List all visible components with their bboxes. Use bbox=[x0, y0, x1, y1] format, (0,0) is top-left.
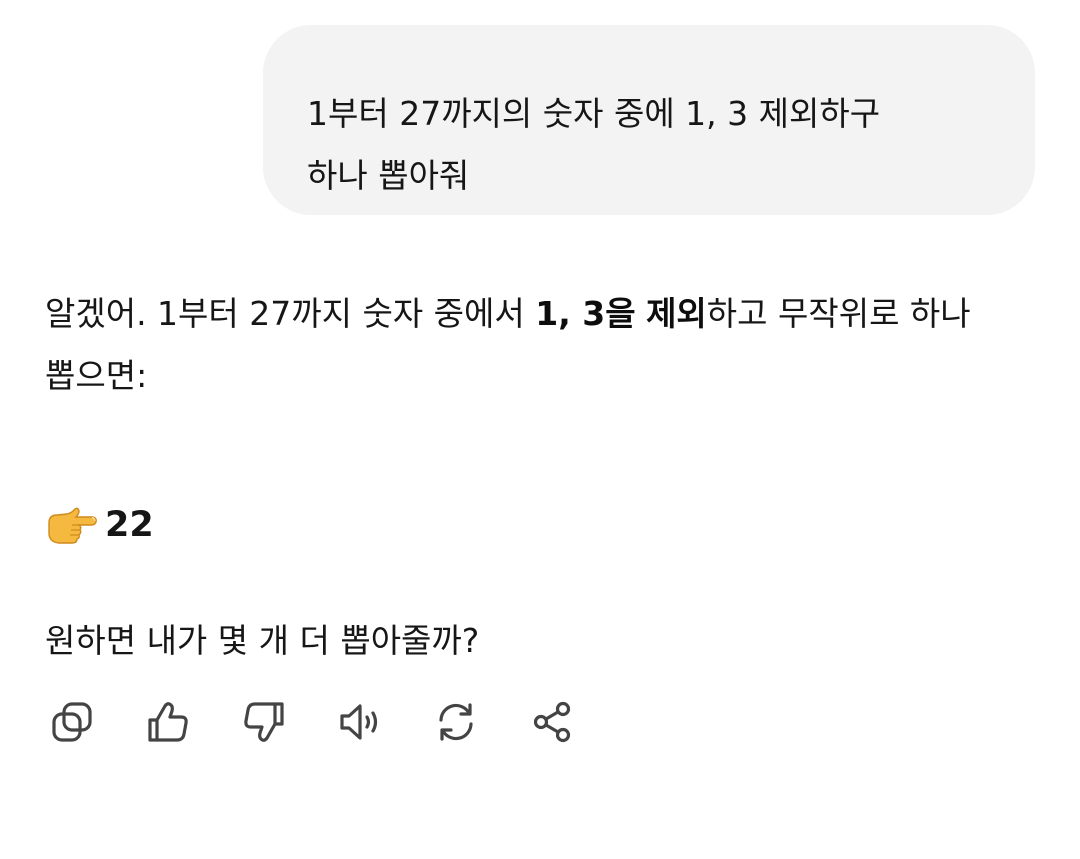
copy-icon bbox=[52, 702, 92, 742]
user-message-line-2: 하나 뽑아줘 bbox=[307, 156, 470, 195]
thumbs-down-icon bbox=[244, 702, 284, 742]
picked-number-value: 22 bbox=[105, 505, 154, 545]
refresh-icon bbox=[439, 703, 473, 741]
user-message-line-1: 1부터 27까지의 숫자 중에 1, 3 제외하구 bbox=[307, 94, 881, 133]
share-button[interactable] bbox=[526, 696, 578, 748]
copy-button[interactable] bbox=[46, 696, 98, 748]
assistant-intro-line-1: 알겠어. 1부터 27까지 숫자 중에서 1, 3을 제외하고 무작위로 하나 bbox=[45, 283, 1035, 345]
speaker-icon bbox=[340, 704, 378, 740]
intro-space bbox=[636, 294, 647, 333]
thumbs-up-icon bbox=[148, 702, 188, 742]
message-action-bar bbox=[46, 696, 622, 748]
share-icon bbox=[533, 701, 571, 743]
picked-number-row: 22 bbox=[45, 495, 1035, 555]
intro-bold-excluded-numbers: 1, 3을 bbox=[535, 294, 636, 333]
assistant-intro-line-2: 뽑으면: bbox=[45, 356, 148, 395]
regenerate-button[interactable] bbox=[430, 696, 482, 748]
read-aloud-button[interactable] bbox=[334, 696, 386, 748]
assistant-paragraph-intro: 알겠어. 1부터 27까지 숫자 중에서 1, 3을 제외하고 무작위로 하나 … bbox=[45, 283, 1035, 407]
pointing-right-hand-emoji bbox=[45, 503, 97, 547]
assistant-message: 알겠어. 1부터 27까지 숫자 중에서 1, 3을 제외하고 무작위로 하나 … bbox=[45, 283, 1035, 672]
assistant-followup-question: 원하면 내가 몇 개 더 뽑아줄까? bbox=[45, 621, 480, 660]
intro-text-suffix: 하고 무작위로 하나 bbox=[706, 294, 971, 333]
intro-text-prefix: 알겠어. 1부터 27까지 숫자 중에서 bbox=[45, 294, 536, 333]
intro-bold-exclude: 제외 bbox=[646, 294, 707, 333]
thumbs-up-button[interactable] bbox=[142, 696, 194, 748]
thumbs-down-button[interactable] bbox=[238, 696, 290, 748]
user-message-bubble: 1부터 27까지의 숫자 중에 1, 3 제외하구 하나 뽑아줘 bbox=[263, 25, 1035, 215]
